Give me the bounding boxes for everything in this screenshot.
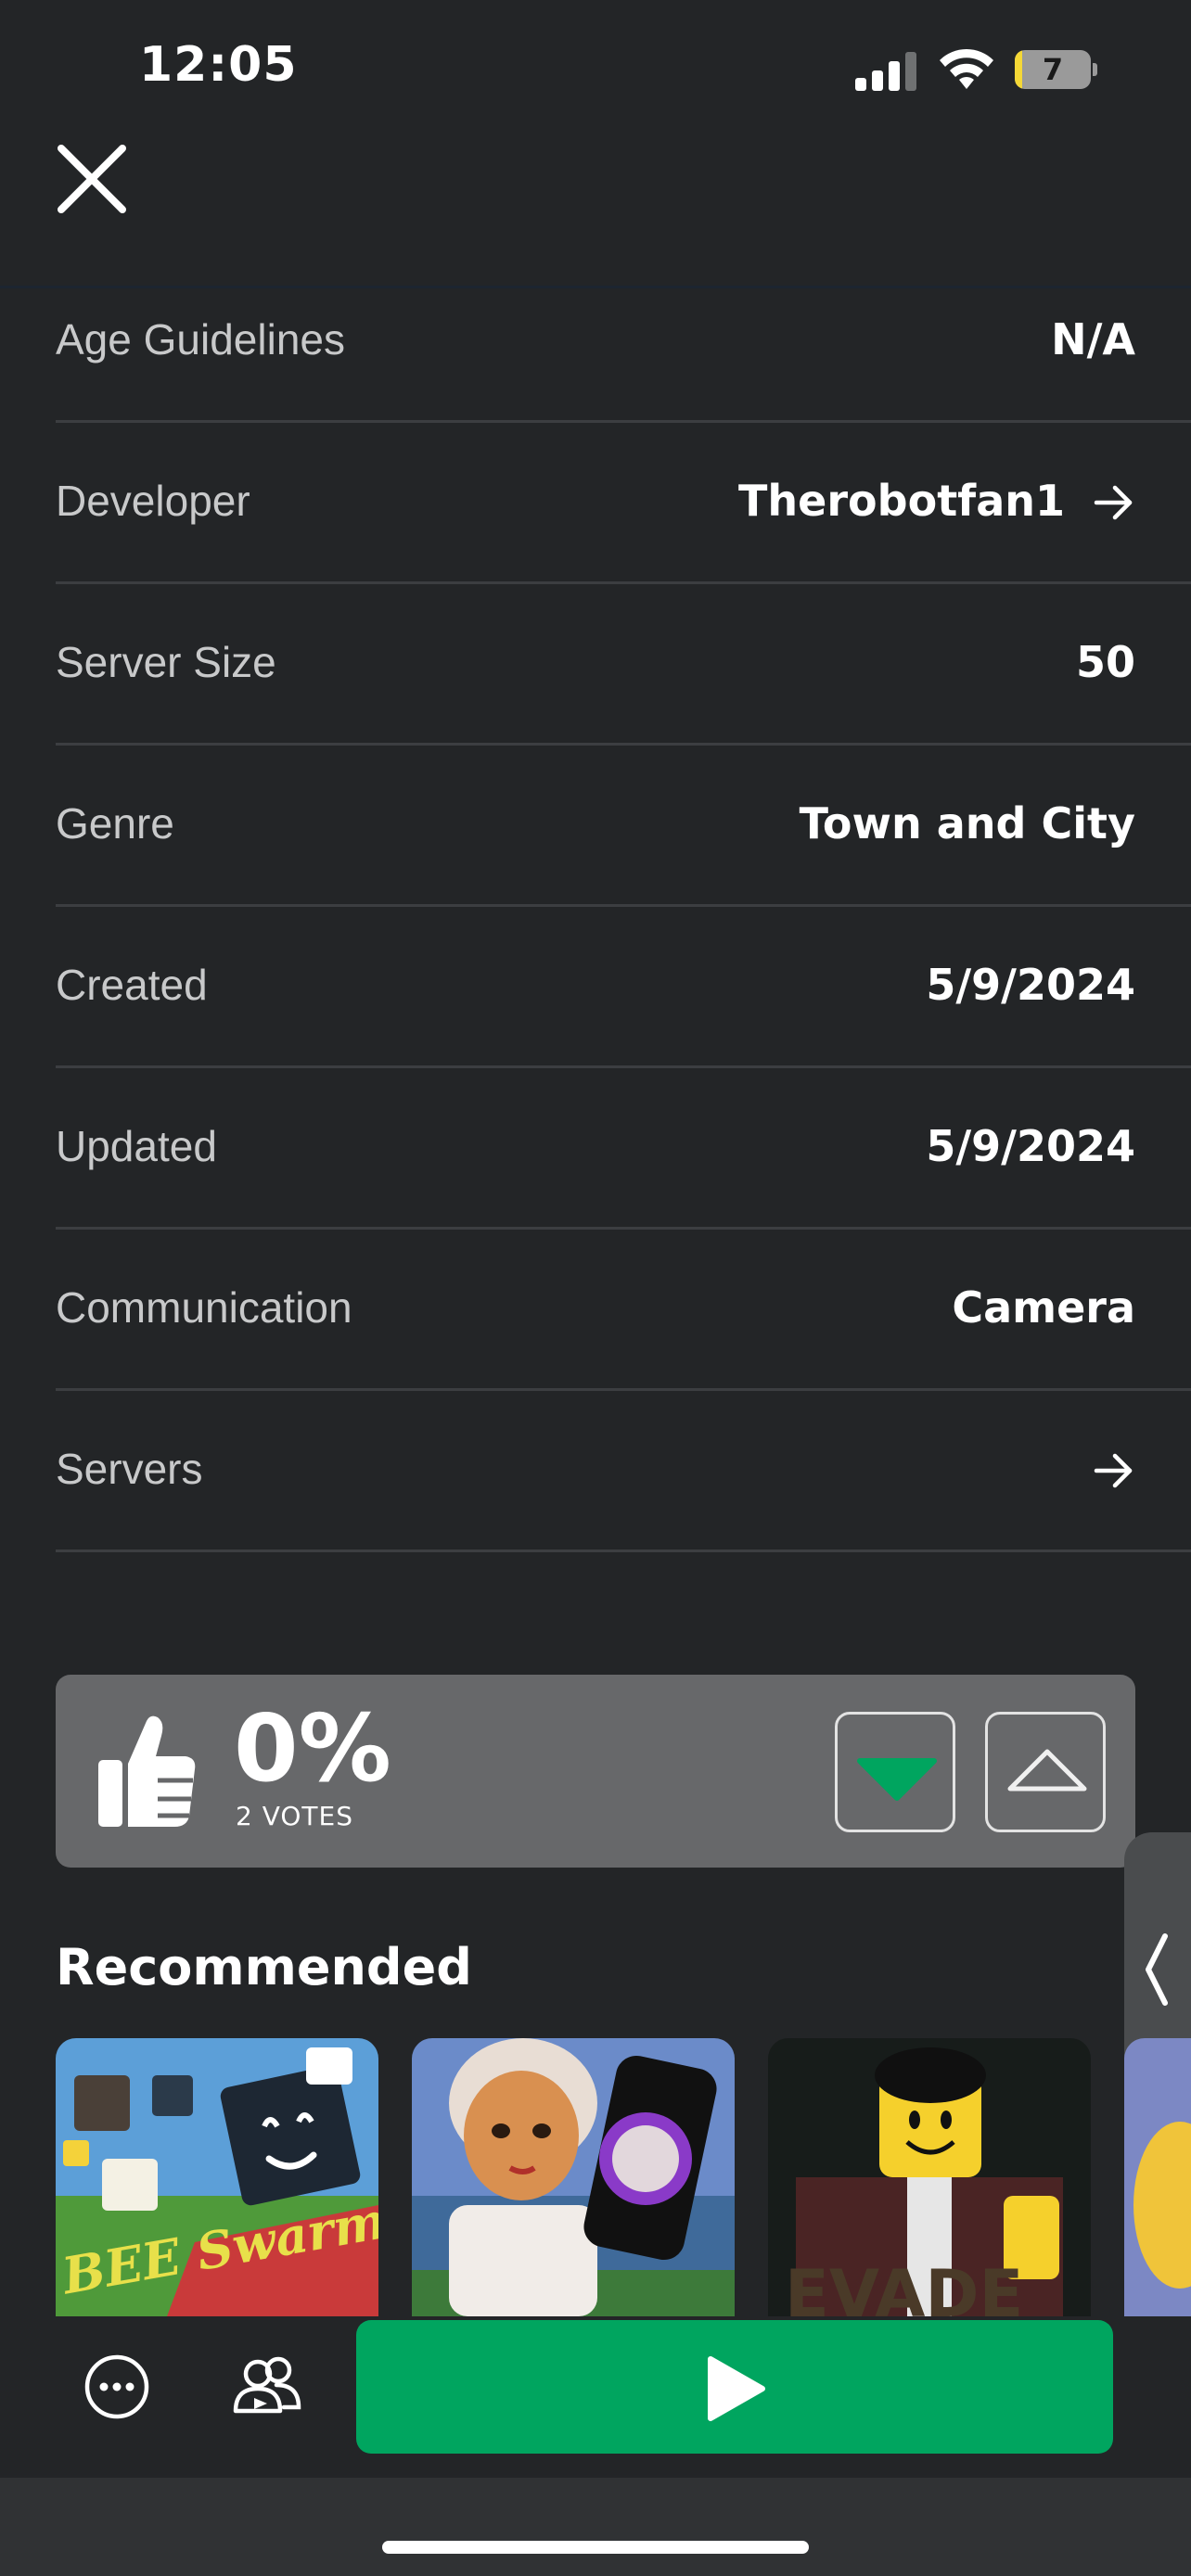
home-indicator-area bbox=[0, 2478, 1191, 2576]
detail-row-server-size: Server Size 50 bbox=[56, 584, 1191, 746]
detail-row-servers[interactable]: Servers bbox=[56, 1391, 1191, 1552]
battery-icon: 7 bbox=[1015, 50, 1097, 89]
recommended-tile[interactable]: EVADE bbox=[768, 2038, 1091, 2316]
detail-value: 5/9/2024 bbox=[926, 960, 1135, 1010]
tile-art-text: EVADE bbox=[785, 2256, 1023, 2316]
detail-value: Town and City bbox=[799, 798, 1135, 848]
detail-value: N/A bbox=[1051, 314, 1135, 364]
thumbs-up-icon bbox=[98, 1715, 196, 1827]
detail-label: Developer bbox=[56, 477, 250, 525]
status-bar: 12:05 7 bbox=[0, 0, 1191, 130]
detail-row-communication: Communication Camera bbox=[56, 1230, 1191, 1391]
detail-row-genre: Genre Town and City bbox=[56, 746, 1191, 907]
cellular-signal-icon bbox=[855, 52, 918, 91]
vote-percent: 0% bbox=[234, 1694, 391, 1803]
battery-level: 7 bbox=[1042, 52, 1064, 87]
recommended-carousel[interactable]: BEE Swarm! EVADE bbox=[56, 2038, 1191, 2316]
play-button[interactable] bbox=[356, 2320, 1113, 2454]
recommended-tile[interactable] bbox=[412, 2038, 735, 2316]
status-time: 12:05 bbox=[139, 37, 298, 93]
home-indicator[interactable] bbox=[382, 2541, 809, 2554]
arrow-right-icon[interactable] bbox=[1093, 1449, 1135, 1492]
detail-label: Server Size bbox=[56, 638, 276, 686]
party-icon[interactable] bbox=[230, 2350, 304, 2424]
developer-link[interactable]: Therobotfan1 bbox=[738, 476, 1065, 526]
detail-value: Camera bbox=[952, 1282, 1135, 1333]
detail-row-created: Created 5/9/2024 bbox=[56, 907, 1191, 1068]
wifi-icon bbox=[940, 48, 993, 89]
game-details-list: Age Guidelines N/A Developer Therobotfan… bbox=[56, 295, 1191, 1552]
detail-row-developer[interactable]: Developer Therobotfan1 bbox=[56, 423, 1191, 584]
detail-label: Created bbox=[56, 961, 208, 1009]
detail-label: Communication bbox=[56, 1283, 352, 1332]
detail-value: 5/9/2024 bbox=[926, 1121, 1135, 1171]
detail-label: Updated bbox=[56, 1122, 217, 1170]
more-options-icon[interactable] bbox=[83, 2353, 150, 2420]
arrow-right-icon[interactable] bbox=[1093, 481, 1135, 524]
vote-count: 2 VOTES bbox=[236, 1801, 353, 1831]
chevron-down-icon bbox=[857, 1758, 937, 1801]
detail-value: 50 bbox=[1075, 637, 1135, 687]
detail-row-updated: Updated 5/9/2024 bbox=[56, 1068, 1191, 1230]
detail-label: Age Guidelines bbox=[56, 315, 345, 363]
recommended-heading: Recommended bbox=[56, 1938, 472, 1996]
detail-label: Servers bbox=[56, 1445, 203, 1493]
vote-bar: 0% 2 VOTES bbox=[56, 1675, 1135, 1868]
upvote-button[interactable] bbox=[985, 1712, 1106, 1832]
header-divider bbox=[0, 286, 1191, 288]
game-details-page: 12:05 7 Age Guidelines N/A Developer The… bbox=[0, 0, 1191, 2576]
downvote-button[interactable] bbox=[835, 1712, 955, 1832]
detail-row-age-guidelines: Age Guidelines N/A bbox=[56, 295, 1191, 423]
recommended-tile[interactable] bbox=[1124, 2038, 1191, 2316]
bottom-action-bar bbox=[0, 2316, 1191, 2478]
recommended-tile[interactable]: BEE Swarm! bbox=[56, 2038, 378, 2316]
close-icon[interactable] bbox=[52, 139, 132, 219]
chevron-left-icon bbox=[1146, 1933, 1168, 2006]
play-icon bbox=[708, 2356, 765, 2421]
detail-label: Genre bbox=[56, 799, 174, 848]
chevron-up-icon bbox=[1007, 1749, 1087, 1792]
